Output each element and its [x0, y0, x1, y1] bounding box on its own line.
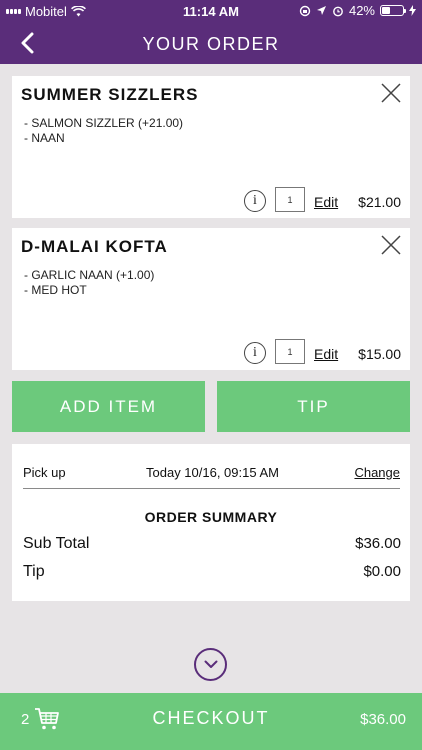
alarm-icon: [333, 6, 343, 16]
status-bar: Mobitel 11:14 AM 42%: [0, 0, 422, 22]
item-name: SUMMER SIZZLERS: [21, 85, 199, 104]
checkout-bar[interactable]: 2 CHECKOUT $36.00: [0, 693, 422, 750]
header-bar: YOUR ORDER: [0, 22, 422, 64]
pickup-label: Pick up: [23, 465, 66, 480]
modifier-line: - SALMON SIZZLER (+21.00): [24, 116, 184, 130]
location-icon: [316, 6, 326, 15]
order-item-card: SUMMER SIZZLERS - SALMON SIZZLER (+21.00…: [12, 76, 410, 218]
close-icon[interactable]: [380, 82, 402, 104]
modifier-line: - MED HOT: [24, 283, 87, 297]
battery-percent: 42%: [348, 3, 375, 18]
status-icons: 42%: [299, 3, 416, 18]
modifier-line: - NAAN: [24, 131, 65, 145]
quantity-field[interactable]: 1: [275, 339, 305, 364]
info-icon[interactable]: i: [244, 342, 266, 364]
item-modifiers: - GARLIC NAAN (+1.00) - MED HOT: [24, 268, 154, 298]
modifier-line: - GARLIC NAAN (+1.00): [24, 268, 155, 282]
edit-link[interactable]: Edit: [314, 194, 338, 210]
edit-link[interactable]: Edit: [314, 346, 338, 362]
change-pickup-link[interactable]: Change: [354, 465, 400, 480]
charging-icon: [409, 5, 416, 16]
item-modifiers: - SALMON SIZZLER (+21.00) - NAAN: [24, 116, 183, 146]
item-price: $15.00: [358, 346, 401, 362]
divider: [23, 488, 400, 489]
tip-button[interactable]: TIP: [217, 381, 410, 432]
subtotal-value: $36.00: [355, 535, 401, 552]
scroll-down-button[interactable]: [194, 648, 227, 681]
checkout-total: $36.00: [360, 711, 406, 728]
summary-heading: ORDER SUMMARY: [144, 509, 278, 525]
pickup-time: Today 10/16, 09:15 AM: [146, 465, 279, 480]
quantity-field[interactable]: 1: [275, 187, 305, 212]
info-icon[interactable]: i: [244, 190, 266, 212]
item-price: $21.00: [358, 194, 401, 210]
page-title: YOUR ORDER: [142, 34, 280, 54]
item-name: D-MALAI KOFTA: [21, 237, 168, 256]
rotation-lock-icon: [299, 5, 311, 16]
add-item-button[interactable]: ADD ITEM: [12, 381, 205, 432]
order-summary-card: Pick up Today 10/16, 09:15 AM Change ORD…: [12, 444, 410, 601]
battery-icon: [380, 5, 406, 16]
tip-value: $0.00: [363, 563, 401, 580]
checkout-label: CHECKOUT: [152, 708, 270, 728]
chevron-down-icon: [204, 660, 217, 668]
tip-label: Tip: [23, 563, 45, 580]
subtotal-label: Sub Total: [23, 535, 90, 552]
close-icon[interactable]: [380, 234, 402, 256]
order-item-card: D-MALAI KOFTA - GARLIC NAAN (+1.00) - ME…: [12, 228, 410, 370]
